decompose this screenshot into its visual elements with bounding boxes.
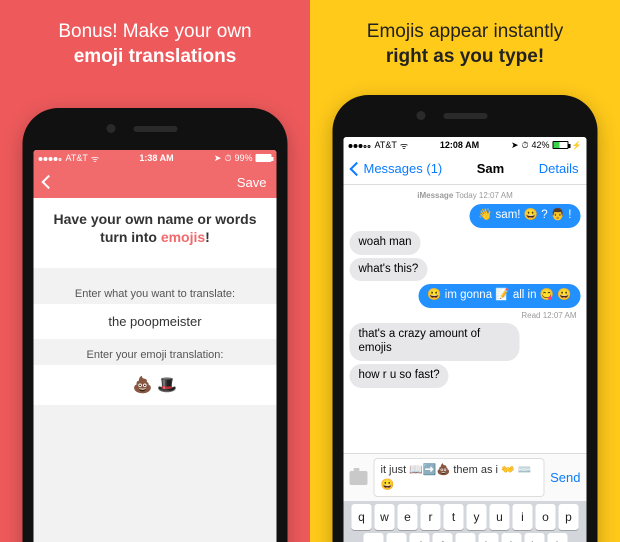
send-button[interactable]: Send [550, 470, 580, 485]
phone-mockup-right: AT&T ᯤ 12:08 AM ➤ ⏱ 42% ⚡ Messages (1) S… [333, 95, 598, 542]
message-out: 😀 im gonna 📝 all in 😋 😀 [350, 284, 581, 308]
message-thread[interactable]: iMessage Today 12:07 AM 👋 sam! 😀 ? 👨 ! w… [344, 185, 587, 453]
headline-left: Bonus! Make your own emoji translations [0, 0, 310, 69]
headline-bold: emoji translations [74, 46, 237, 67]
save-button[interactable]: Save [237, 175, 267, 190]
promo-panel-right: Emojis appear instantly right as you typ… [310, 0, 620, 542]
compose-input[interactable]: it just 📖➡️💩 them as i 👐 ⌨️ 😀 [374, 458, 545, 497]
status-bar: AT&T ᯤ 12:08 AM ➤ ⏱ 42% ⚡ [344, 137, 587, 153]
key-r[interactable]: r [421, 504, 441, 530]
camera-icon[interactable] [350, 471, 368, 485]
alarm-icon: ⏱ [521, 140, 528, 151]
headline-right: Emojis appear instantly right as you typ… [310, 0, 620, 69]
contact-name: Sam [442, 161, 539, 176]
translation-form: Enter what you want to translate: the po… [34, 268, 277, 542]
signal-dots-icon [349, 140, 372, 150]
screen-right: AT&T ᯤ 12:08 AM ➤ ⏱ 42% ⚡ Messages (1) S… [344, 137, 587, 542]
carrier-label: AT&T [66, 153, 88, 163]
back-label: Messages (1) [364, 161, 443, 176]
keyboard[interactable]: qwertyuiop asdfghjkl [344, 501, 587, 542]
details-button[interactable]: Details [539, 161, 579, 176]
intro-card: Have your own name or words turn into em… [34, 198, 277, 258]
promo-panel-left: Bonus! Make your own emoji translations … [0, 0, 310, 542]
headline-text: Bonus! Make your own [58, 21, 251, 42]
key-u[interactable]: u [490, 504, 510, 530]
signal-dots-icon [39, 153, 63, 163]
phone-mockup-left: AT&T ᯤ 1:38 AM ➤ ⏱ 99% Save Have your ow… [23, 108, 288, 542]
key-l[interactable]: l [547, 533, 567, 542]
battery-text: 99% [234, 153, 252, 163]
message-composer: it just 📖➡️💩 them as i 👐 ⌨️ 😀 Send [344, 453, 587, 501]
key-g[interactable]: g [455, 533, 475, 542]
key-e[interactable]: e [398, 504, 418, 530]
read-receipt: Read 12:07 AM [350, 311, 577, 320]
back-icon[interactable] [41, 175, 55, 189]
key-q[interactable]: q [352, 504, 372, 530]
battery-icon [553, 141, 569, 149]
chevron-left-icon [349, 161, 363, 175]
wifi-icon: ᯤ [400, 139, 408, 152]
source-label: Enter what you want to translate: [34, 288, 277, 300]
message-in: how r u so fast? [350, 364, 581, 388]
location-icon: ➤ [214, 153, 222, 164]
battery-icon [256, 154, 272, 162]
source-input[interactable]: the poopmeister [34, 304, 277, 339]
wifi-icon: ᯤ [91, 152, 99, 165]
headline-text: Emojis appear instantly [367, 21, 563, 42]
message-in: woah man [350, 231, 581, 255]
key-h[interactable]: h [478, 533, 498, 542]
screen-left: AT&T ᯤ 1:38 AM ➤ ⏱ 99% Save Have your ow… [34, 150, 277, 542]
emoji-label: Enter your emoji translation: [34, 349, 277, 361]
battery-fill [257, 155, 271, 161]
message-in: what's this? [350, 258, 581, 282]
key-s[interactable]: s [386, 533, 406, 542]
key-o[interactable]: o [536, 504, 556, 530]
alarm-icon: ⏱ [224, 153, 231, 164]
charging-icon: ⚡ [572, 141, 582, 150]
app-navbar: Save [34, 166, 277, 198]
clock: 1:38 AM [99, 153, 214, 163]
key-j[interactable]: j [501, 533, 521, 542]
messages-navbar: Messages (1) Sam Details [344, 153, 587, 185]
clock: 12:08 AM [408, 140, 511, 150]
key-p[interactable]: p [559, 504, 579, 530]
key-w[interactable]: w [375, 504, 395, 530]
keyboard-row-1: qwertyuiop [346, 504, 585, 530]
key-k[interactable]: k [524, 533, 544, 542]
emoji-input[interactable]: 💩 🎩 [34, 365, 277, 405]
key-t[interactable]: t [444, 504, 464, 530]
key-i[interactable]: i [513, 504, 533, 530]
message-out: 👋 sam! 😀 ? 👨 ! [350, 204, 581, 228]
key-a[interactable]: a [363, 533, 383, 542]
intro-title: Have your own name or words turn into em… [46, 210, 265, 246]
battery-text: 42% [532, 140, 550, 150]
carrier-label: AT&T [375, 140, 397, 150]
keyboard-row-2: asdfghjkl [346, 533, 585, 542]
thread-timestamp: iMessage Today 12:07 AM [350, 191, 581, 200]
status-bar: AT&T ᯤ 1:38 AM ➤ ⏱ 99% [34, 150, 277, 166]
key-y[interactable]: y [467, 504, 487, 530]
message-in: that's a crazy amount of emojis [350, 323, 581, 361]
location-icon: ➤ [511, 140, 519, 151]
headline-bold: right as you type! [386, 46, 544, 67]
key-f[interactable]: f [432, 533, 452, 542]
key-d[interactable]: d [409, 533, 429, 542]
back-button[interactable]: Messages (1) [352, 161, 443, 176]
